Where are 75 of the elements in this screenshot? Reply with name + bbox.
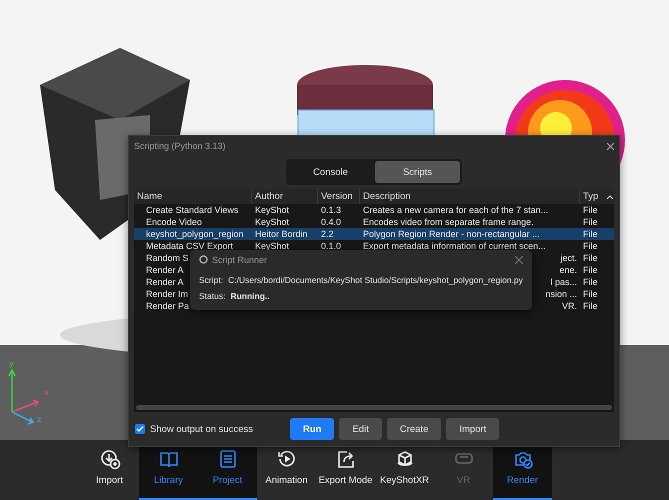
table-cell-text: Metadata CSV Export bbox=[145, 241, 234, 251]
table-cell-text: l pas... bbox=[550, 277, 578, 287]
table-cell-text: File bbox=[582, 253, 598, 263]
column-header[interactable]: Typ bbox=[580, 189, 616, 204]
table-cell-text: VR. bbox=[562, 301, 578, 311]
table-cell-text: File bbox=[582, 265, 598, 275]
table-cell-text: KeyShot bbox=[254, 217, 290, 227]
book-icon bbox=[158, 449, 178, 469]
sort-caret-icon bbox=[607, 194, 613, 198]
table-cell-text: File bbox=[582, 217, 598, 227]
axis-label: y bbox=[9, 360, 14, 369]
table-cell-text: File bbox=[582, 205, 598, 215]
field-label: Script: bbox=[199, 275, 224, 285]
play-icon bbox=[276, 449, 296, 469]
table-cell-text: KeyShot bbox=[254, 241, 290, 251]
tab[interactable]: Console bbox=[288, 161, 373, 183]
table-cell-text: File bbox=[582, 277, 598, 287]
table-row[interactable]: Metadata CSV Export KeyShot 0.1.0 Export metadata information of current scen... File bbox=[134, 240, 614, 252]
table-cell-text: File bbox=[582, 289, 598, 299]
share-icon bbox=[336, 449, 356, 469]
table-cell-text: Encodes video from separate frame range. bbox=[362, 217, 534, 227]
tab[interactable]: Scripts bbox=[375, 161, 460, 183]
window-title: Script Runner bbox=[212, 254, 268, 264]
table-cell-text: File bbox=[582, 301, 598, 311]
column-header[interactable]: Name bbox=[134, 189, 252, 204]
column-header[interactable]: Version bbox=[318, 189, 360, 204]
table-row[interactable]: Encode Video KeyShot 0.4.0 Encodes video from separate frame range. File bbox=[134, 216, 614, 228]
table-cell-text: 0.1.3 bbox=[320, 205, 342, 215]
runner-icon bbox=[199, 255, 208, 264]
column-header[interactable]: Author bbox=[252, 189, 318, 204]
table-cell-text: Render Pa bbox=[145, 301, 190, 311]
status-text: Running.. bbox=[230, 291, 270, 301]
script-path: C:/Users/bordi/Documents/KeyShot Studio/Scripts/keyshot_polygon_region.py bbox=[228, 275, 523, 285]
close-icon[interactable] bbox=[607, 142, 614, 150]
close-icon[interactable] bbox=[514, 256, 523, 264]
table-cell-text: 0.1.0 bbox=[320, 241, 342, 251]
list-icon bbox=[218, 449, 238, 469]
toolbar-button[interactable]: Export Mode bbox=[316, 440, 375, 500]
table-cell-text: Render A bbox=[145, 265, 184, 275]
camera-icon bbox=[512, 449, 532, 469]
cube-icon bbox=[394, 449, 414, 469]
table-cell-text: Creates a new camera for each of the 7 stan... bbox=[362, 205, 548, 215]
table-cell-text: Create Standard Views bbox=[145, 205, 238, 215]
checkbox-label: Show output on success bbox=[150, 424, 253, 434]
table-cell-text: 2.2 bbox=[320, 229, 334, 239]
action-button[interactable]: Edit bbox=[339, 418, 382, 440]
table-cell-text: File bbox=[582, 241, 598, 251]
table-cell-text: 0.4.0 bbox=[320, 217, 342, 227]
table-cell-text: KeyShot bbox=[254, 205, 290, 215]
column-header[interactable]: Description bbox=[360, 189, 580, 204]
table-cell-text: Export metadata information of current scen... bbox=[362, 241, 546, 251]
toolbar-button[interactable]: KeyShotXR bbox=[375, 440, 434, 500]
table-cell-text: Heitor Bordin bbox=[254, 229, 308, 239]
window-title: Scripting (Python 3.13) bbox=[134, 141, 226, 151]
table-row[interactable]: keyshot_polygon_region Heitor Bordin 2.2 Polygon Region Render - non-rectangular ... File bbox=[134, 228, 614, 240]
toolbar-button[interactable]: Import bbox=[80, 440, 139, 500]
axis-label: z bbox=[37, 416, 42, 425]
table-cell-text: keyshot_polygon_region bbox=[145, 229, 244, 239]
toolbar-button[interactable]: Animation bbox=[257, 440, 316, 500]
table-cell-text: File bbox=[582, 229, 598, 239]
axis-label: x bbox=[44, 389, 49, 398]
field-label: Status: bbox=[199, 291, 226, 301]
table-cell-text: Encode Video bbox=[145, 217, 202, 227]
checkbox[interactable] bbox=[135, 424, 145, 434]
column-title: Typ bbox=[583, 191, 598, 202]
action-button[interactable]: Create bbox=[386, 418, 442, 440]
table-row[interactable]: Create Standard Views KeyShot 0.1.3 Creates a new camera for each of the 7 stan... File bbox=[134, 204, 614, 216]
action-button[interactable]: Import bbox=[446, 418, 500, 440]
scrollbar[interactable] bbox=[136, 405, 612, 410]
table-cell-text: nsion ... bbox=[545, 289, 578, 299]
table-cell-text: Polygon Region Render - non-rectangular ... bbox=[362, 229, 540, 239]
table-cell-text: ject. bbox=[560, 253, 578, 263]
import-icon bbox=[100, 449, 120, 469]
table-cell-text: ene. bbox=[559, 265, 578, 275]
run-button[interactable]: Run bbox=[290, 418, 334, 440]
